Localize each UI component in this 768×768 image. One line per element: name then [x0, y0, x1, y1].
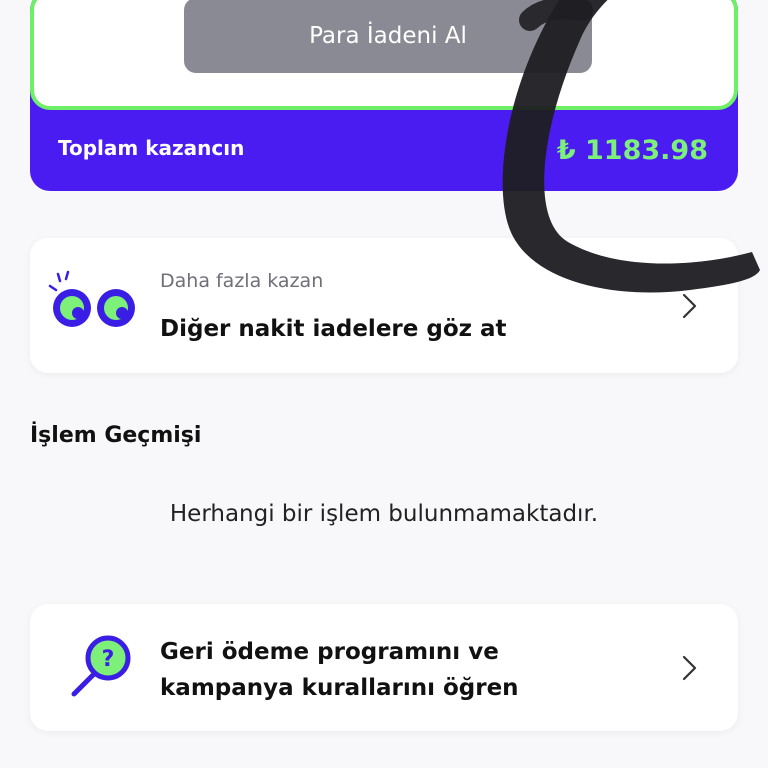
more-cashback-title: Diğer nakit iadelere göz at — [160, 316, 507, 342]
more-cashback-card[interactable]: Daha fazla kazan Diğer nakit iadelere gö… — [30, 238, 738, 373]
earnings-card: Para İadeni Al Toplam kazancın ₺ 1183.98 — [30, 0, 738, 191]
chevron-right-icon — [682, 655, 697, 681]
chevron-right-icon — [682, 293, 697, 319]
refund-panel: Para İadeni Al — [30, 0, 738, 110]
total-earnings-amount: ₺ 1183.98 — [556, 135, 708, 166]
more-cashback-eyebrow: Daha fazla kazan — [160, 270, 324, 292]
program-rules-title: Geri ödeme programını ve kampanya kurall… — [160, 639, 519, 701]
magnifier-question-icon: ? — [71, 635, 131, 697]
get-refund-button[interactable]: Para İadeni Al — [184, 0, 592, 73]
total-earnings-label: Toplam kazancın — [58, 136, 245, 160]
program-rules-card[interactable]: ? Geri ödeme programını ve kampanya kura… — [30, 604, 738, 731]
svg-text:?: ? — [102, 647, 115, 672]
eyes-icon — [48, 270, 135, 327]
history-title: İşlem Geçmişi — [30, 423, 202, 448]
history-empty-message: Herhangi bir işlem bulunmamaktadır. — [169, 501, 599, 527]
